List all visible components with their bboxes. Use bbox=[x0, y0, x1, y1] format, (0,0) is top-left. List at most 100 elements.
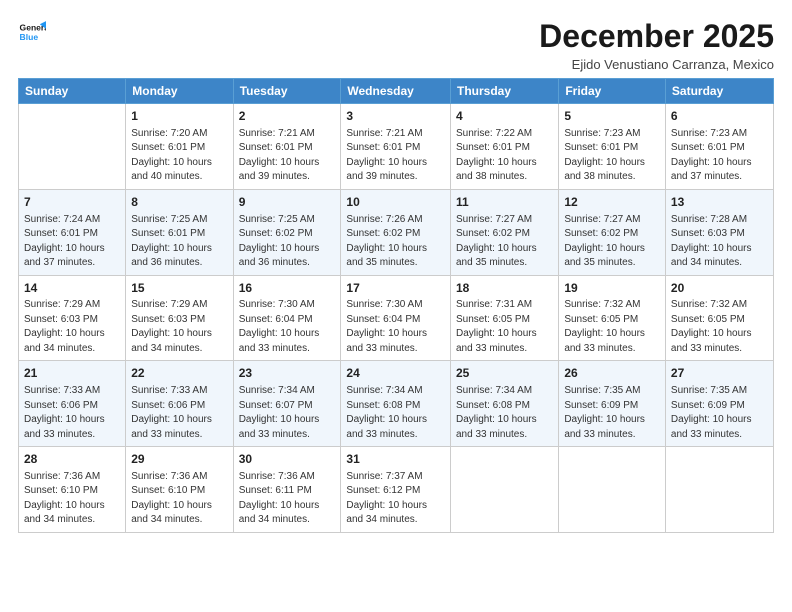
day-number: 13 bbox=[671, 194, 768, 211]
day-cell: 5 Sunrise: 7:23 AM Sunset: 6:01 PM Daylig… bbox=[559, 104, 666, 190]
day-info: Sunrise: 7:32 AM Sunset: 6:05 PM Dayligh… bbox=[564, 298, 660, 356]
day-info: Sunrise: 7:26 AM Sunset: 6:02 PM Dayligh… bbox=[346, 213, 445, 271]
day-cell: 12Sunrise: 7:27 AM Sunset: 6:02 PM Dayli… bbox=[559, 189, 666, 275]
day-number: 15 bbox=[131, 280, 227, 297]
day-number: 4 bbox=[456, 108, 553, 125]
day-cell: 3 Sunrise: 7:21 AM Sunset: 6:01 PM Daylig… bbox=[341, 104, 451, 190]
day-number: 29 bbox=[131, 451, 227, 468]
header: General Blue December 2025 Ejido Venusti… bbox=[18, 18, 774, 72]
day-number: 19 bbox=[564, 280, 660, 297]
day-number: 21 bbox=[24, 365, 120, 382]
day-cell: 17Sunrise: 7:30 AM Sunset: 6:04 PM Dayli… bbox=[341, 275, 451, 361]
day-cell: 4 Sunrise: 7:22 AM Sunset: 6:01 PM Daylig… bbox=[450, 104, 558, 190]
day-cell: 16Sunrise: 7:30 AM Sunset: 6:04 PM Dayli… bbox=[233, 275, 341, 361]
calendar-header: Sunday Monday Tuesday Wednesday Thursday… bbox=[19, 79, 774, 104]
day-info: Sunrise: 7:32 AM Sunset: 6:05 PM Dayligh… bbox=[671, 298, 768, 356]
calendar-body: 1 Sunrise: 7:20 AM Sunset: 6:01 PM Daylig… bbox=[19, 104, 774, 533]
col-saturday: Saturday bbox=[665, 79, 773, 104]
col-friday: Friday bbox=[559, 79, 666, 104]
day-info: Sunrise: 7:22 AM Sunset: 6:01 PM Dayligh… bbox=[456, 127, 553, 185]
col-wednesday: Wednesday bbox=[341, 79, 451, 104]
day-number: 8 bbox=[131, 194, 227, 211]
day-info: Sunrise: 7:35 AM Sunset: 6:09 PM Dayligh… bbox=[564, 384, 660, 442]
logo: General Blue bbox=[18, 18, 46, 46]
day-cell bbox=[450, 447, 558, 533]
day-info: Sunrise: 7:25 AM Sunset: 6:02 PM Dayligh… bbox=[239, 213, 336, 271]
col-tuesday: Tuesday bbox=[233, 79, 341, 104]
logo-icon: General Blue bbox=[18, 18, 46, 46]
day-number: 10 bbox=[346, 194, 445, 211]
day-number: 1 bbox=[131, 108, 227, 125]
day-cell: 29Sunrise: 7:36 AM Sunset: 6:10 PM Dayli… bbox=[126, 447, 233, 533]
day-number: 5 bbox=[564, 108, 660, 125]
day-info: Sunrise: 7:29 AM Sunset: 6:03 PM Dayligh… bbox=[131, 298, 227, 356]
calendar-page: General Blue December 2025 Ejido Venusti… bbox=[0, 0, 792, 612]
day-info: Sunrise: 7:25 AM Sunset: 6:01 PM Dayligh… bbox=[131, 213, 227, 271]
day-info: Sunrise: 7:30 AM Sunset: 6:04 PM Dayligh… bbox=[346, 298, 445, 356]
day-cell: 14Sunrise: 7:29 AM Sunset: 6:03 PM Dayli… bbox=[19, 275, 126, 361]
day-cell: 27Sunrise: 7:35 AM Sunset: 6:09 PM Dayli… bbox=[665, 361, 773, 447]
col-sunday: Sunday bbox=[19, 79, 126, 104]
col-monday: Monday bbox=[126, 79, 233, 104]
title-block: December 2025 Ejido Venustiano Carranza,… bbox=[539, 18, 774, 72]
day-number: 20 bbox=[671, 280, 768, 297]
day-cell: 24 Sunrise: 7:34 AM Sunset: 6:08 PM Dayli… bbox=[341, 361, 451, 447]
day-cell: 10 Sunrise: 7:26 AM Sunset: 6:02 PM Dayli… bbox=[341, 189, 451, 275]
day-info: Sunrise: 7:37 AM Sunset: 6:12 PM Dayligh… bbox=[346, 470, 445, 528]
week-row-3: 14Sunrise: 7:29 AM Sunset: 6:03 PM Dayli… bbox=[19, 275, 774, 361]
day-cell: 19Sunrise: 7:32 AM Sunset: 6:05 PM Dayli… bbox=[559, 275, 666, 361]
day-info: Sunrise: 7:23 AM Sunset: 6:01 PM Dayligh… bbox=[671, 127, 768, 185]
day-number: 2 bbox=[239, 108, 336, 125]
day-cell: 15Sunrise: 7:29 AM Sunset: 6:03 PM Dayli… bbox=[126, 275, 233, 361]
day-number: 26 bbox=[564, 365, 660, 382]
day-number: 6 bbox=[671, 108, 768, 125]
day-cell: 26 Sunrise: 7:35 AM Sunset: 6:09 PM Dayli… bbox=[559, 361, 666, 447]
day-cell: 22Sunrise: 7:33 AM Sunset: 6:06 PM Dayli… bbox=[126, 361, 233, 447]
day-info: Sunrise: 7:20 AM Sunset: 6:01 PM Dayligh… bbox=[131, 127, 227, 185]
day-cell: 28Sunrise: 7:36 AM Sunset: 6:10 PM Dayli… bbox=[19, 447, 126, 533]
day-info: Sunrise: 7:30 AM Sunset: 6:04 PM Dayligh… bbox=[239, 298, 336, 356]
day-info: Sunrise: 7:29 AM Sunset: 6:03 PM Dayligh… bbox=[24, 298, 120, 356]
day-cell: 8 Sunrise: 7:25 AM Sunset: 6:01 PM Daylig… bbox=[126, 189, 233, 275]
day-number: 3 bbox=[346, 108, 445, 125]
day-cell: 9Sunrise: 7:25 AM Sunset: 6:02 PM Daylig… bbox=[233, 189, 341, 275]
day-info: Sunrise: 7:33 AM Sunset: 6:06 PM Dayligh… bbox=[24, 384, 120, 442]
day-info: Sunrise: 7:21 AM Sunset: 6:01 PM Dayligh… bbox=[346, 127, 445, 185]
day-cell: 21 Sunrise: 7:33 AM Sunset: 6:06 PM Dayli… bbox=[19, 361, 126, 447]
day-number: 16 bbox=[239, 280, 336, 297]
day-cell: 13 Sunrise: 7:28 AM Sunset: 6:03 PM Dayli… bbox=[665, 189, 773, 275]
day-info: Sunrise: 7:21 AM Sunset: 6:01 PM Dayligh… bbox=[239, 127, 336, 185]
day-cell: 20Sunrise: 7:32 AM Sunset: 6:05 PM Dayli… bbox=[665, 275, 773, 361]
day-cell bbox=[19, 104, 126, 190]
day-info: Sunrise: 7:31 AM Sunset: 6:05 PM Dayligh… bbox=[456, 298, 553, 356]
day-number: 27 bbox=[671, 365, 768, 382]
day-number: 24 bbox=[346, 365, 445, 382]
day-info: Sunrise: 7:27 AM Sunset: 6:02 PM Dayligh… bbox=[456, 213, 553, 271]
day-cell bbox=[665, 447, 773, 533]
day-info: Sunrise: 7:34 AM Sunset: 6:08 PM Dayligh… bbox=[456, 384, 553, 442]
header-row: Sunday Monday Tuesday Wednesday Thursday… bbox=[19, 79, 774, 104]
day-info: Sunrise: 7:24 AM Sunset: 6:01 PM Dayligh… bbox=[24, 213, 120, 271]
day-number: 30 bbox=[239, 451, 336, 468]
day-cell bbox=[559, 447, 666, 533]
day-info: Sunrise: 7:36 AM Sunset: 6:10 PM Dayligh… bbox=[24, 470, 120, 528]
day-info: Sunrise: 7:34 AM Sunset: 6:07 PM Dayligh… bbox=[239, 384, 336, 442]
day-cell: 18Sunrise: 7:31 AM Sunset: 6:05 PM Dayli… bbox=[450, 275, 558, 361]
day-number: 23 bbox=[239, 365, 336, 382]
week-row-5: 28Sunrise: 7:36 AM Sunset: 6:10 PM Dayli… bbox=[19, 447, 774, 533]
day-info: Sunrise: 7:28 AM Sunset: 6:03 PM Dayligh… bbox=[671, 213, 768, 271]
day-number: 22 bbox=[131, 365, 227, 382]
day-number: 14 bbox=[24, 280, 120, 297]
day-cell: 31Sunrise: 7:37 AM Sunset: 6:12 PM Dayli… bbox=[341, 447, 451, 533]
day-number: 25 bbox=[456, 365, 553, 382]
day-info: Sunrise: 7:34 AM Sunset: 6:08 PM Dayligh… bbox=[346, 384, 445, 442]
day-number: 7 bbox=[24, 194, 120, 211]
week-row-1: 1 Sunrise: 7:20 AM Sunset: 6:01 PM Daylig… bbox=[19, 104, 774, 190]
month-title: December 2025 bbox=[539, 18, 774, 55]
day-number: 17 bbox=[346, 280, 445, 297]
day-cell: 25 Sunrise: 7:34 AM Sunset: 6:08 PM Dayli… bbox=[450, 361, 558, 447]
day-cell: 23 Sunrise: 7:34 AM Sunset: 6:07 PM Dayli… bbox=[233, 361, 341, 447]
day-number: 12 bbox=[564, 194, 660, 211]
day-info: Sunrise: 7:23 AM Sunset: 6:01 PM Dayligh… bbox=[564, 127, 660, 185]
day-cell: 7 Sunrise: 7:24 AM Sunset: 6:01 PM Daylig… bbox=[19, 189, 126, 275]
